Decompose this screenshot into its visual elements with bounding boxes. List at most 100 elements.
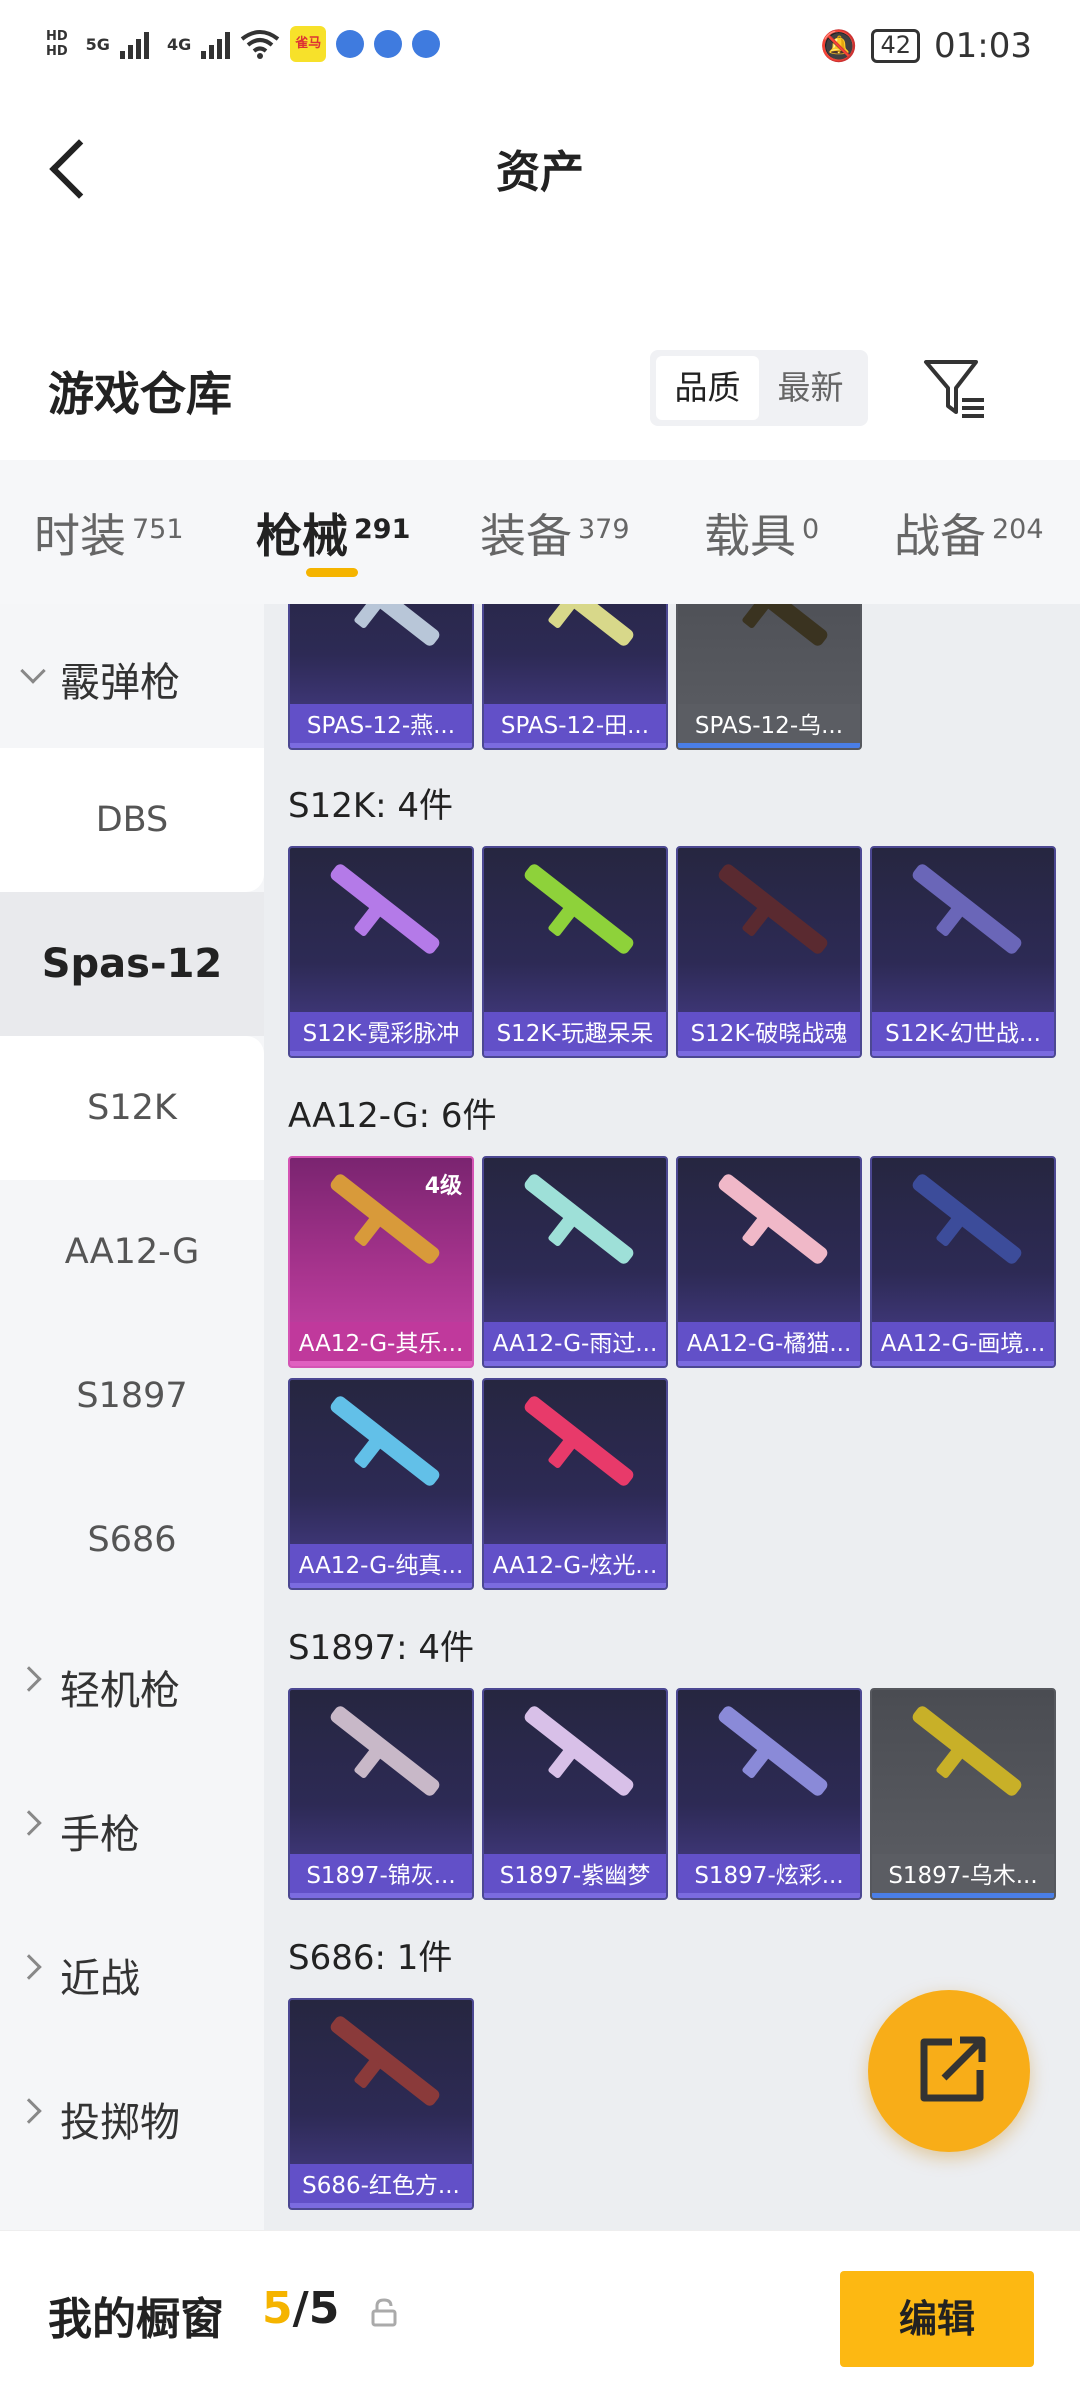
item-name: AA12-G-炫光... — [484, 1544, 666, 1588]
item-card[interactable]: S686-红色方... — [288, 1998, 474, 2210]
group-title-s686: S686: 1件 — [288, 1938, 453, 1978]
sort-option-latest[interactable]: 最新 — [759, 356, 862, 420]
tab-label: 载具 — [704, 509, 796, 563]
showcase-separator: / — [292, 2283, 309, 2334]
item-name: SPAS-12-乌... — [678, 704, 860, 748]
sidebar-item-s686[interactable]: S686 — [0, 1468, 264, 1612]
sidebar-item-s12k[interactable]: S12K — [0, 1036, 264, 1180]
item-card[interactable]: S1897-紫幽梦 — [482, 1688, 668, 1900]
item-name: AA12-G-画境... — [872, 1322, 1054, 1366]
sidebar-item-aa12g[interactable]: AA12-G — [0, 1180, 264, 1324]
chevron-right-icon — [16, 1810, 42, 1836]
status-left: HD HD 5G 4G 雀马 — [46, 26, 441, 62]
edit-button[interactable]: 编辑 — [840, 2271, 1034, 2367]
item-card[interactable]: AA12-G-纯真... — [288, 1378, 474, 1590]
sidebar-category-melee[interactable]: 近战 — [0, 1900, 264, 2044]
item-name: SPAS-12-燕... — [290, 704, 472, 748]
lock-icon — [371, 2298, 397, 2327]
item-card[interactable]: S1897-锦灰... — [288, 1688, 474, 1900]
sidebar-category-label: 霰弹枪 — [60, 660, 180, 706]
tab-label: 时装 — [34, 509, 126, 563]
sidebar-category-shotgun[interactable]: 霰弹枪 — [0, 604, 264, 748]
tab-label: 装备 — [480, 509, 572, 563]
tab-vehicles[interactable]: 载具 0 — [704, 500, 819, 566]
tab-count: 751 — [132, 514, 184, 545]
share-fab-button[interactable] — [868, 1990, 1030, 2152]
tab-fashion[interactable]: 时装 751 — [34, 500, 184, 566]
item-name: S12K-幻世战... — [872, 1012, 1054, 1056]
item-card[interactable]: S12K-幻世战... — [870, 846, 1056, 1058]
group-title-s12k: S12K: 4件 — [288, 786, 454, 826]
item-name: AA12-G-雨过... — [484, 1322, 666, 1366]
item-name: S12K-破晓战魂 — [678, 1012, 860, 1056]
wifi-icon — [240, 30, 280, 59]
sidebar-item-dbs[interactable]: DBS — [0, 748, 264, 892]
item-card[interactable]: SPAS-12-燕... — [288, 604, 474, 750]
showcase-bar: 我的橱窗 5/5 编辑 — [0, 2230, 1080, 2400]
mute-bell-icon: 🔕 — [820, 28, 858, 64]
item-card[interactable]: SPAS-12-田... — [482, 604, 668, 750]
warehouse-title: 游戏仓库 — [48, 367, 232, 421]
item-card[interactable]: S12K-玩趣呆呆 — [482, 846, 668, 1058]
item-card[interactable]: AA12-G-橘猫... — [676, 1156, 862, 1368]
showcase-total: 5 — [308, 2283, 340, 2334]
sort-option-quality[interactable]: 品质 — [656, 356, 759, 420]
item-card[interactable]: AA12-G-画境... — [870, 1156, 1056, 1368]
item-name: AA12-G-其乐... — [290, 1322, 472, 1366]
sidebar-item-s1897[interactable]: S1897 — [0, 1324, 264, 1468]
tab-count: 204 — [992, 514, 1044, 545]
app-notification-icon — [374, 30, 403, 58]
sidebar-category-throwable[interactable]: 投掷物 — [0, 2044, 264, 2188]
sidebar: 霰弹枪 DBS Spas-12 S12K AA12-G S1897 S686 轻… — [0, 604, 264, 2230]
sidebar-item-spas12[interactable]: Spas-12 — [0, 892, 264, 1036]
filter-icon[interactable] — [920, 354, 990, 424]
item-name: S1897-紫幽梦 — [484, 1854, 666, 1898]
level-badge: 4级 — [424, 1174, 462, 1199]
network-type-5g: 5G — [85, 34, 110, 54]
hd-label: HD — [46, 29, 68, 44]
item-card[interactable]: S12K-霓彩脉冲 — [288, 846, 474, 1058]
tab-equipment[interactable]: 装备 379 — [480, 500, 630, 566]
share-icon — [920, 2036, 986, 2102]
app-notification-icon: 雀马 — [290, 26, 327, 62]
item-card[interactable]: SPAS-12-乌... — [676, 604, 862, 750]
item-name: S12K-玩趣呆呆 — [484, 1012, 666, 1056]
sidebar-category-pistol[interactable]: 手枪 — [0, 1756, 264, 1900]
tab-label: 枪械 — [256, 509, 348, 563]
group-title-s1897: S1897: 4件 — [288, 1628, 475, 1668]
status-right: 🔕 42 01:03 — [820, 26, 1032, 66]
item-card[interactable]: AA12-G-炫光... — [482, 1378, 668, 1590]
item-name: S1897-乌木... — [872, 1854, 1054, 1898]
item-name: S12K-霓彩脉冲 — [290, 1012, 472, 1056]
item-card[interactable]: S1897-炫彩... — [676, 1688, 862, 1900]
signal-icon — [119, 29, 149, 59]
sidebar-category-label: 轻机枪 — [60, 1668, 180, 1714]
sidebar-category-label: 近战 — [60, 1956, 140, 2002]
signal-icon — [201, 29, 231, 59]
item-name: S1897-锦灰... — [290, 1854, 472, 1898]
page-title: 资产 — [496, 147, 584, 198]
tab-label: 战备 — [894, 509, 986, 563]
sort-toggle: 品质 最新 — [650, 350, 868, 426]
item-name: S686-红色方... — [290, 2164, 472, 2208]
showcase-label: 我的橱窗 — [48, 2294, 224, 2345]
sidebar-category-lmg[interactable]: 轻机枪 — [0, 1612, 264, 1756]
item-card[interactable]: 4级 AA12-G-其乐... — [288, 1156, 474, 1368]
app-notification-icon — [412, 30, 441, 58]
item-card[interactable]: S1897-乌木... — [870, 1688, 1056, 1900]
item-name: AA12-G-橘猫... — [678, 1322, 860, 1366]
showcase-count: 5/5 — [262, 2283, 339, 2334]
hd-indicator: HD HD — [46, 29, 68, 59]
item-card[interactable]: AA12-G-雨过... — [482, 1156, 668, 1368]
chevron-down-icon — [20, 658, 46, 684]
group-title-aa12g: AA12-G: 6件 — [288, 1096, 497, 1136]
header: 资产 — [0, 100, 1080, 240]
tab-weapons[interactable]: 枪械 291 — [256, 500, 410, 566]
item-name: SPAS-12-田... — [484, 704, 666, 748]
network-type-4g: 4G — [166, 34, 192, 54]
item-grid: SPAS-12-燕... SPAS-12-田... SPAS-12-乌... S… — [264, 604, 1080, 2230]
tab-combat-gear[interactable]: 战备 204 — [894, 500, 1044, 566]
tab-count: 291 — [354, 514, 411, 545]
item-card[interactable]: S12K-破晓战魂 — [676, 846, 862, 1058]
active-tab-indicator — [306, 568, 358, 577]
